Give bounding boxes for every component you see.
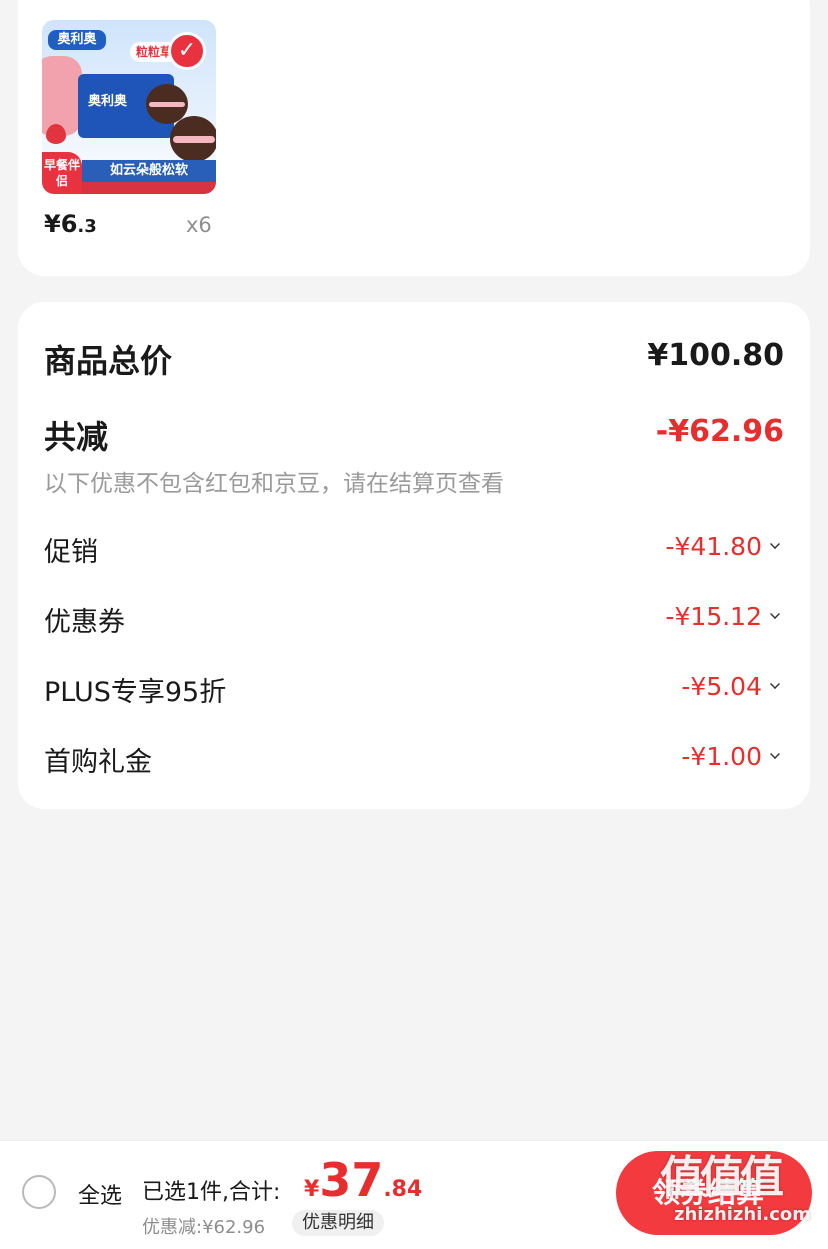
strawberry-icon <box>46 124 66 144</box>
total-price-amount: ¥100.80 <box>647 338 784 373</box>
item-quantity: x6 <box>186 213 212 237</box>
grand-total-dec: .84 <box>383 1177 423 1202</box>
promo-amount: -¥41.80 <box>665 532 763 561</box>
thumb-pink-block <box>42 56 82 136</box>
coupon-amount-row[interactable]: -¥15.12 <box>666 602 781 631</box>
first-purchase-amount-row[interactable]: -¥1.00 <box>681 742 780 771</box>
grand-total-int: 37 <box>319 1153 384 1207</box>
price-dec: .3 <box>77 216 97 237</box>
selected-count: 已选1件,合计: <box>142 1180 281 1205</box>
chevron-down-icon[interactable] <box>770 748 780 759</box>
discount-note: 以下优惠不包含红包和京豆，请在结算页查看 <box>44 471 504 497</box>
check-icon: ✓ <box>168 32 206 70</box>
total-reduce-amount: -¥62.96 <box>655 414 784 449</box>
watermark-logo: 值值值 <box>660 1152 784 1203</box>
price-int: 6 <box>60 210 78 238</box>
cookie-icon <box>170 116 216 162</box>
price-symbol: ¥ <box>44 210 61 238</box>
package-title: 奥利奥 <box>88 94 128 109</box>
product-image[interactable]: 奥利奥 奥利奥 粒粒草 ✓ 早餐伴侣 如云朵般松软 <box>42 20 216 194</box>
total-price-label: 商品总价 <box>44 342 173 380</box>
discount-total: 优惠减:¥62.96 <box>142 1217 266 1238</box>
promo-label: 促销 <box>44 537 98 568</box>
plus-discount-amount-row[interactable]: -¥5.04 <box>681 672 780 701</box>
chevron-down-icon[interactable] <box>770 608 780 619</box>
coupon-amount: -¥15.12 <box>665 602 763 631</box>
first-purchase-amount: -¥1.00 <box>681 742 762 771</box>
site-watermark: 值值值 zhizhizhi.com <box>660 1152 820 1248</box>
item-price: ¥6.3 <box>44 210 97 238</box>
product-card: 奥利奥 奥利奥 粒粒草 ✓ 早餐伴侣 如云朵般松软 ¥6.3 x6 <box>18 0 810 276</box>
chevron-down-icon[interactable] <box>770 538 780 549</box>
select-all-label[interactable]: 全选 <box>78 1178 122 1210</box>
grand-total: ¥37.84 <box>304 1153 422 1207</box>
select-all-radio[interactable] <box>22 1175 56 1209</box>
plus-discount-label: PLUS专享95折 <box>44 677 227 708</box>
coupon-label: 优惠券 <box>44 607 125 638</box>
thumb-footer-strip <box>82 182 216 194</box>
chevron-down-icon[interactable] <box>770 678 780 689</box>
promo-amount-row[interactable]: -¥41.80 <box>666 532 781 561</box>
breakfast-badge: 早餐伴侣 <box>42 152 82 194</box>
product-slogan: 如云朵般松软 <box>82 160 216 182</box>
plus-discount-amount: -¥5.04 <box>681 672 762 701</box>
price-summary-card: 商品总价 ¥100.80 共减 -¥62.96 以下优惠不包含红包和京豆，请在结… <box>18 302 810 809</box>
brand-logo: 奥利奥 <box>48 30 106 50</box>
discount-detail-button[interactable]: 优惠明细 <box>292 1210 384 1236</box>
watermark-url: zhizhizhi.com <box>674 1204 812 1225</box>
grand-total-symbol: ¥ <box>304 1177 320 1202</box>
total-reduce-label: 共减 <box>44 418 109 456</box>
first-purchase-label: 首购礼金 <box>44 747 152 778</box>
